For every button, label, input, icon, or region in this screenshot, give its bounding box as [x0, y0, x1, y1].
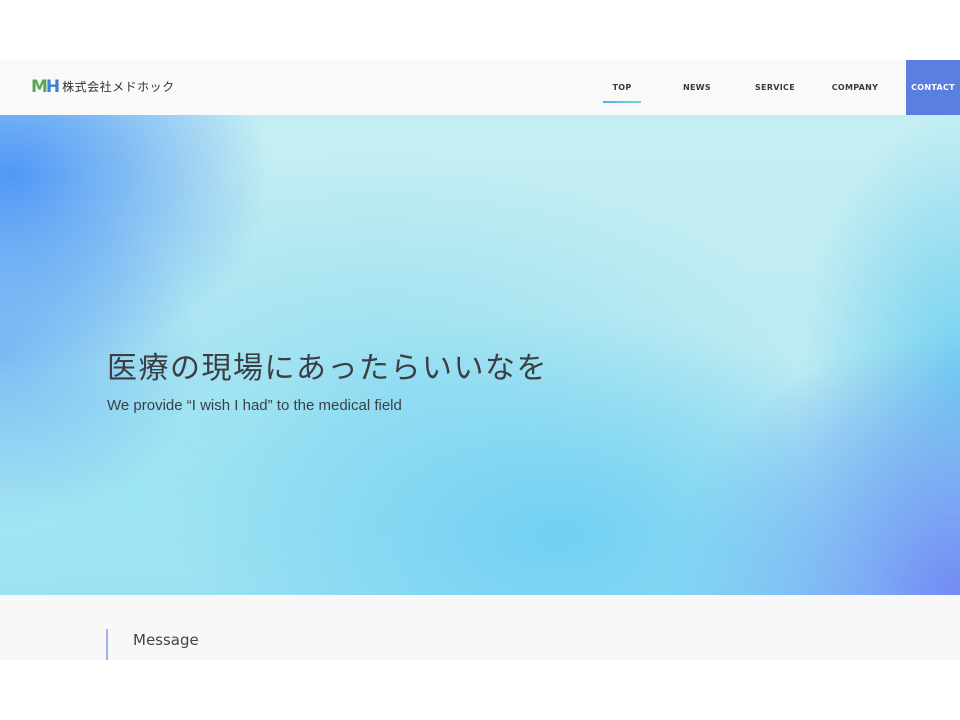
- logo-mark-m: M: [31, 77, 48, 97]
- hero-subtitle: We provide “I wish I had” to the medical…: [107, 397, 402, 414]
- message-accent-bar: [106, 629, 108, 660]
- hero-title: 医療の現場にあったらいいなを: [107, 351, 548, 386]
- site-header: MH 株式会社メドホック TOP NEWS SERVICE COMPANY CO…: [0, 60, 960, 115]
- nav-item-service[interactable]: SERVICE: [752, 60, 798, 115]
- logo-mark-h: H: [45, 77, 60, 97]
- nav-item-news[interactable]: NEWS: [678, 60, 716, 115]
- company-logo[interactable]: MH 株式会社メドホック: [31, 78, 175, 96]
- hero-section: 医療の現場にあったらいいなを We provide “I wish I had”…: [0, 115, 960, 595]
- nav-item-top[interactable]: TOP: [603, 60, 641, 115]
- message-section: Message: [0, 595, 960, 660]
- contact-button[interactable]: CONTACT: [906, 60, 960, 115]
- page-viewport: MH 株式会社メドホック TOP NEWS SERVICE COMPANY CO…: [0, 60, 960, 660]
- nav-item-company[interactable]: COMPANY: [828, 60, 882, 115]
- company-name: 株式会社メドホック: [62, 80, 175, 94]
- message-heading: Message: [133, 631, 199, 649]
- nav-active-indicator: [603, 101, 641, 103]
- logo-mark: MH: [31, 77, 60, 97]
